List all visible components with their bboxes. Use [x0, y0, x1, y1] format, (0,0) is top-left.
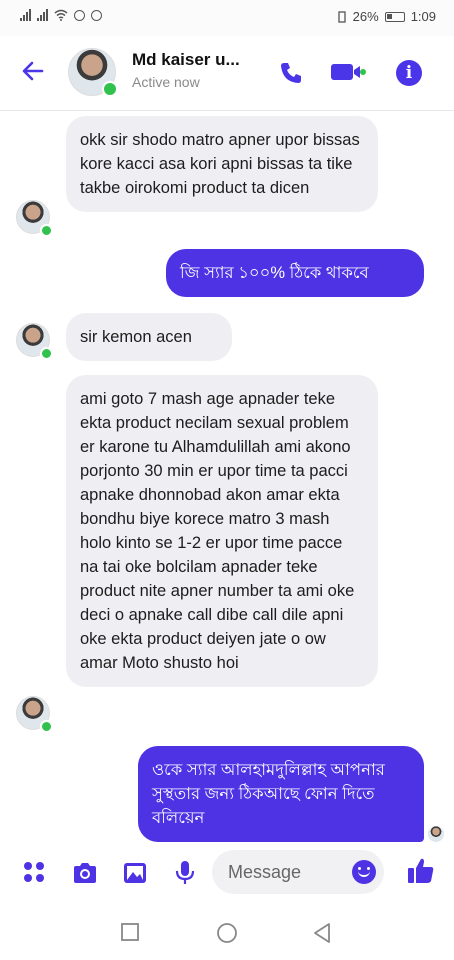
microphone-icon[interactable] [172, 860, 198, 886]
system-navigation-bar [0, 904, 454, 960]
recent-apps-icon[interactable] [120, 922, 140, 942]
message-list: okk sir shodo matro apner upor bissas ko… [0, 112, 454, 842]
battery-icon [384, 11, 405, 22]
clock: 1:09 [410, 9, 436, 24]
online-indicator [102, 81, 118, 97]
status-bar: 26% 1:09 [0, 0, 454, 36]
message-incoming[interactable]: ami goto 7 mash age apnader teke ekta pr… [66, 375, 378, 687]
message-incoming[interactable]: okk sir shodo matro apner upor bissas ko… [66, 116, 378, 212]
image-icon[interactable] [122, 860, 148, 886]
data-saver-icon [74, 9, 85, 21]
camera-icon[interactable] [72, 860, 98, 886]
back-icon[interactable] [312, 922, 332, 944]
signal-icon [20, 9, 31, 21]
online-indicator [40, 720, 53, 733]
online-indicator [40, 224, 53, 237]
back-arrow-icon[interactable] [20, 58, 48, 86]
message-incoming[interactable]: sir kemon acen [66, 313, 232, 361]
emoji-icon[interactable] [352, 860, 376, 884]
vibrate-icon [338, 10, 346, 23]
home-icon[interactable] [216, 922, 238, 944]
info-icon[interactable]: i [396, 60, 422, 86]
message-outgoing[interactable]: জি স্যার ১০০% ঠিকে থাকবে [166, 249, 424, 297]
contact-name[interactable]: Md kaiser u... [132, 50, 240, 70]
composer [0, 842, 454, 904]
online-indicator [40, 347, 53, 360]
phone-icon[interactable] [278, 60, 304, 86]
chat-header: Md kaiser u... Active now i [0, 36, 454, 110]
apps-icon[interactable] [22, 860, 48, 886]
contact-status: Active now [132, 74, 200, 90]
message-outgoing[interactable]: ওকে স্যার আলহামদুলিল্লাহ আপনার সুস্থতার … [138, 746, 424, 842]
video-camera-icon[interactable] [330, 60, 366, 84]
signal-icon-2 [37, 9, 48, 21]
seen-indicator-avatar [428, 826, 444, 842]
messenger-notification-icon [91, 9, 102, 21]
wifi-icon [54, 9, 68, 21]
battery-percent: 26% [352, 9, 379, 24]
thumbs-up-icon[interactable] [406, 856, 436, 886]
